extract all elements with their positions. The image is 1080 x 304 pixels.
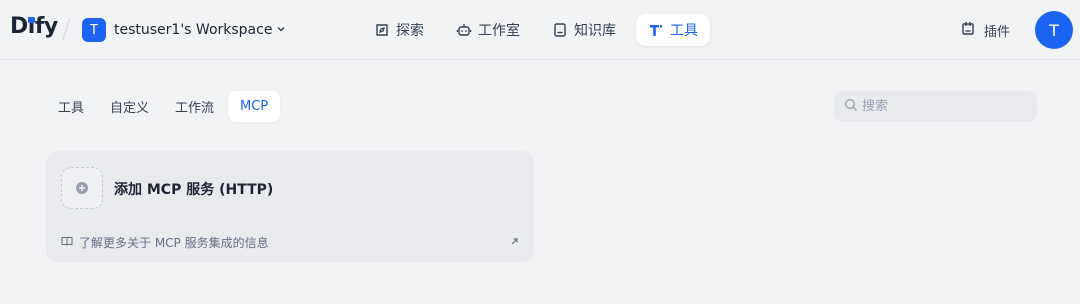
- logo-letter-d: D: [10, 14, 28, 39]
- top-header: Dıfy T testuser1's Workspace 探索 工作室 知识库: [0, 0, 1080, 60]
- learn-more-mcp-link[interactable]: 了解更多关于 MCP 服务集成的信息: [61, 233, 519, 251]
- workspace-switcher[interactable]: T testuser1's Workspace: [82, 17, 286, 43]
- nav-tools[interactable]: 工具: [636, 14, 710, 46]
- tab-custom[interactable]: 自定义: [98, 91, 161, 122]
- tools-icon: [648, 22, 664, 38]
- logo-letters-fy: fy: [34, 14, 58, 39]
- workspace-name: testuser1's Workspace: [114, 22, 273, 38]
- chevron-down-icon: [276, 24, 286, 37]
- logo-dot: [27, 17, 35, 23]
- nav-tools-label: 工具: [670, 23, 698, 39]
- add-mcp-server-card[interactable]: 添加 MCP 服务 (HTTP) 了解更多关于 MCP 服务集成的信息: [46, 151, 534, 262]
- tab-workflow[interactable]: 工作流: [163, 91, 226, 122]
- breadcrumb-separator: [62, 18, 71, 40]
- learn-more-text: 了解更多关于 MCP 服务集成的信息: [79, 235, 269, 250]
- logo-letter-i: ı: [27, 14, 35, 39]
- nav-explore-label: 探索: [396, 23, 424, 39]
- robot-icon: [456, 22, 472, 38]
- nav-explore[interactable]: 探索: [362, 14, 436, 46]
- user-avatar[interactable]: T: [1035, 11, 1073, 49]
- plugins-button[interactable]: 插件: [960, 18, 1010, 42]
- plugins-label: 插件: [984, 24, 1011, 40]
- workspace-avatar: T: [82, 18, 106, 42]
- plugin-box-icon: [960, 20, 976, 40]
- arrow-up-right-icon: [510, 236, 519, 249]
- dify-logo[interactable]: Dıfy: [10, 14, 58, 39]
- add-mcp-server-title: 添加 MCP 服务 (HTTP): [114, 182, 274, 198]
- nav-studio-label: 工作室: [478, 23, 520, 39]
- add-icon-box: [61, 167, 103, 209]
- plus-circle-icon: [76, 182, 88, 194]
- book-icon: [552, 22, 568, 38]
- tab-mcp[interactable]: MCP: [228, 91, 281, 122]
- search-input[interactable]: [862, 99, 1022, 114]
- nav-knowledge-label: 知识库: [574, 23, 616, 39]
- nav-studio[interactable]: 工作室: [444, 14, 532, 46]
- search-box: [834, 91, 1037, 122]
- search-icon: [844, 97, 858, 116]
- tool-category-tabs: 工具 自定义 工作流 MCP: [46, 91, 281, 122]
- main-nav: 探索 工作室 知识库 工具: [362, 14, 710, 46]
- nav-knowledge[interactable]: 知识库: [540, 14, 628, 46]
- tab-builtin-tools[interactable]: 工具: [46, 91, 96, 122]
- compass-icon: [374, 22, 390, 38]
- book-open-icon: [61, 235, 73, 250]
